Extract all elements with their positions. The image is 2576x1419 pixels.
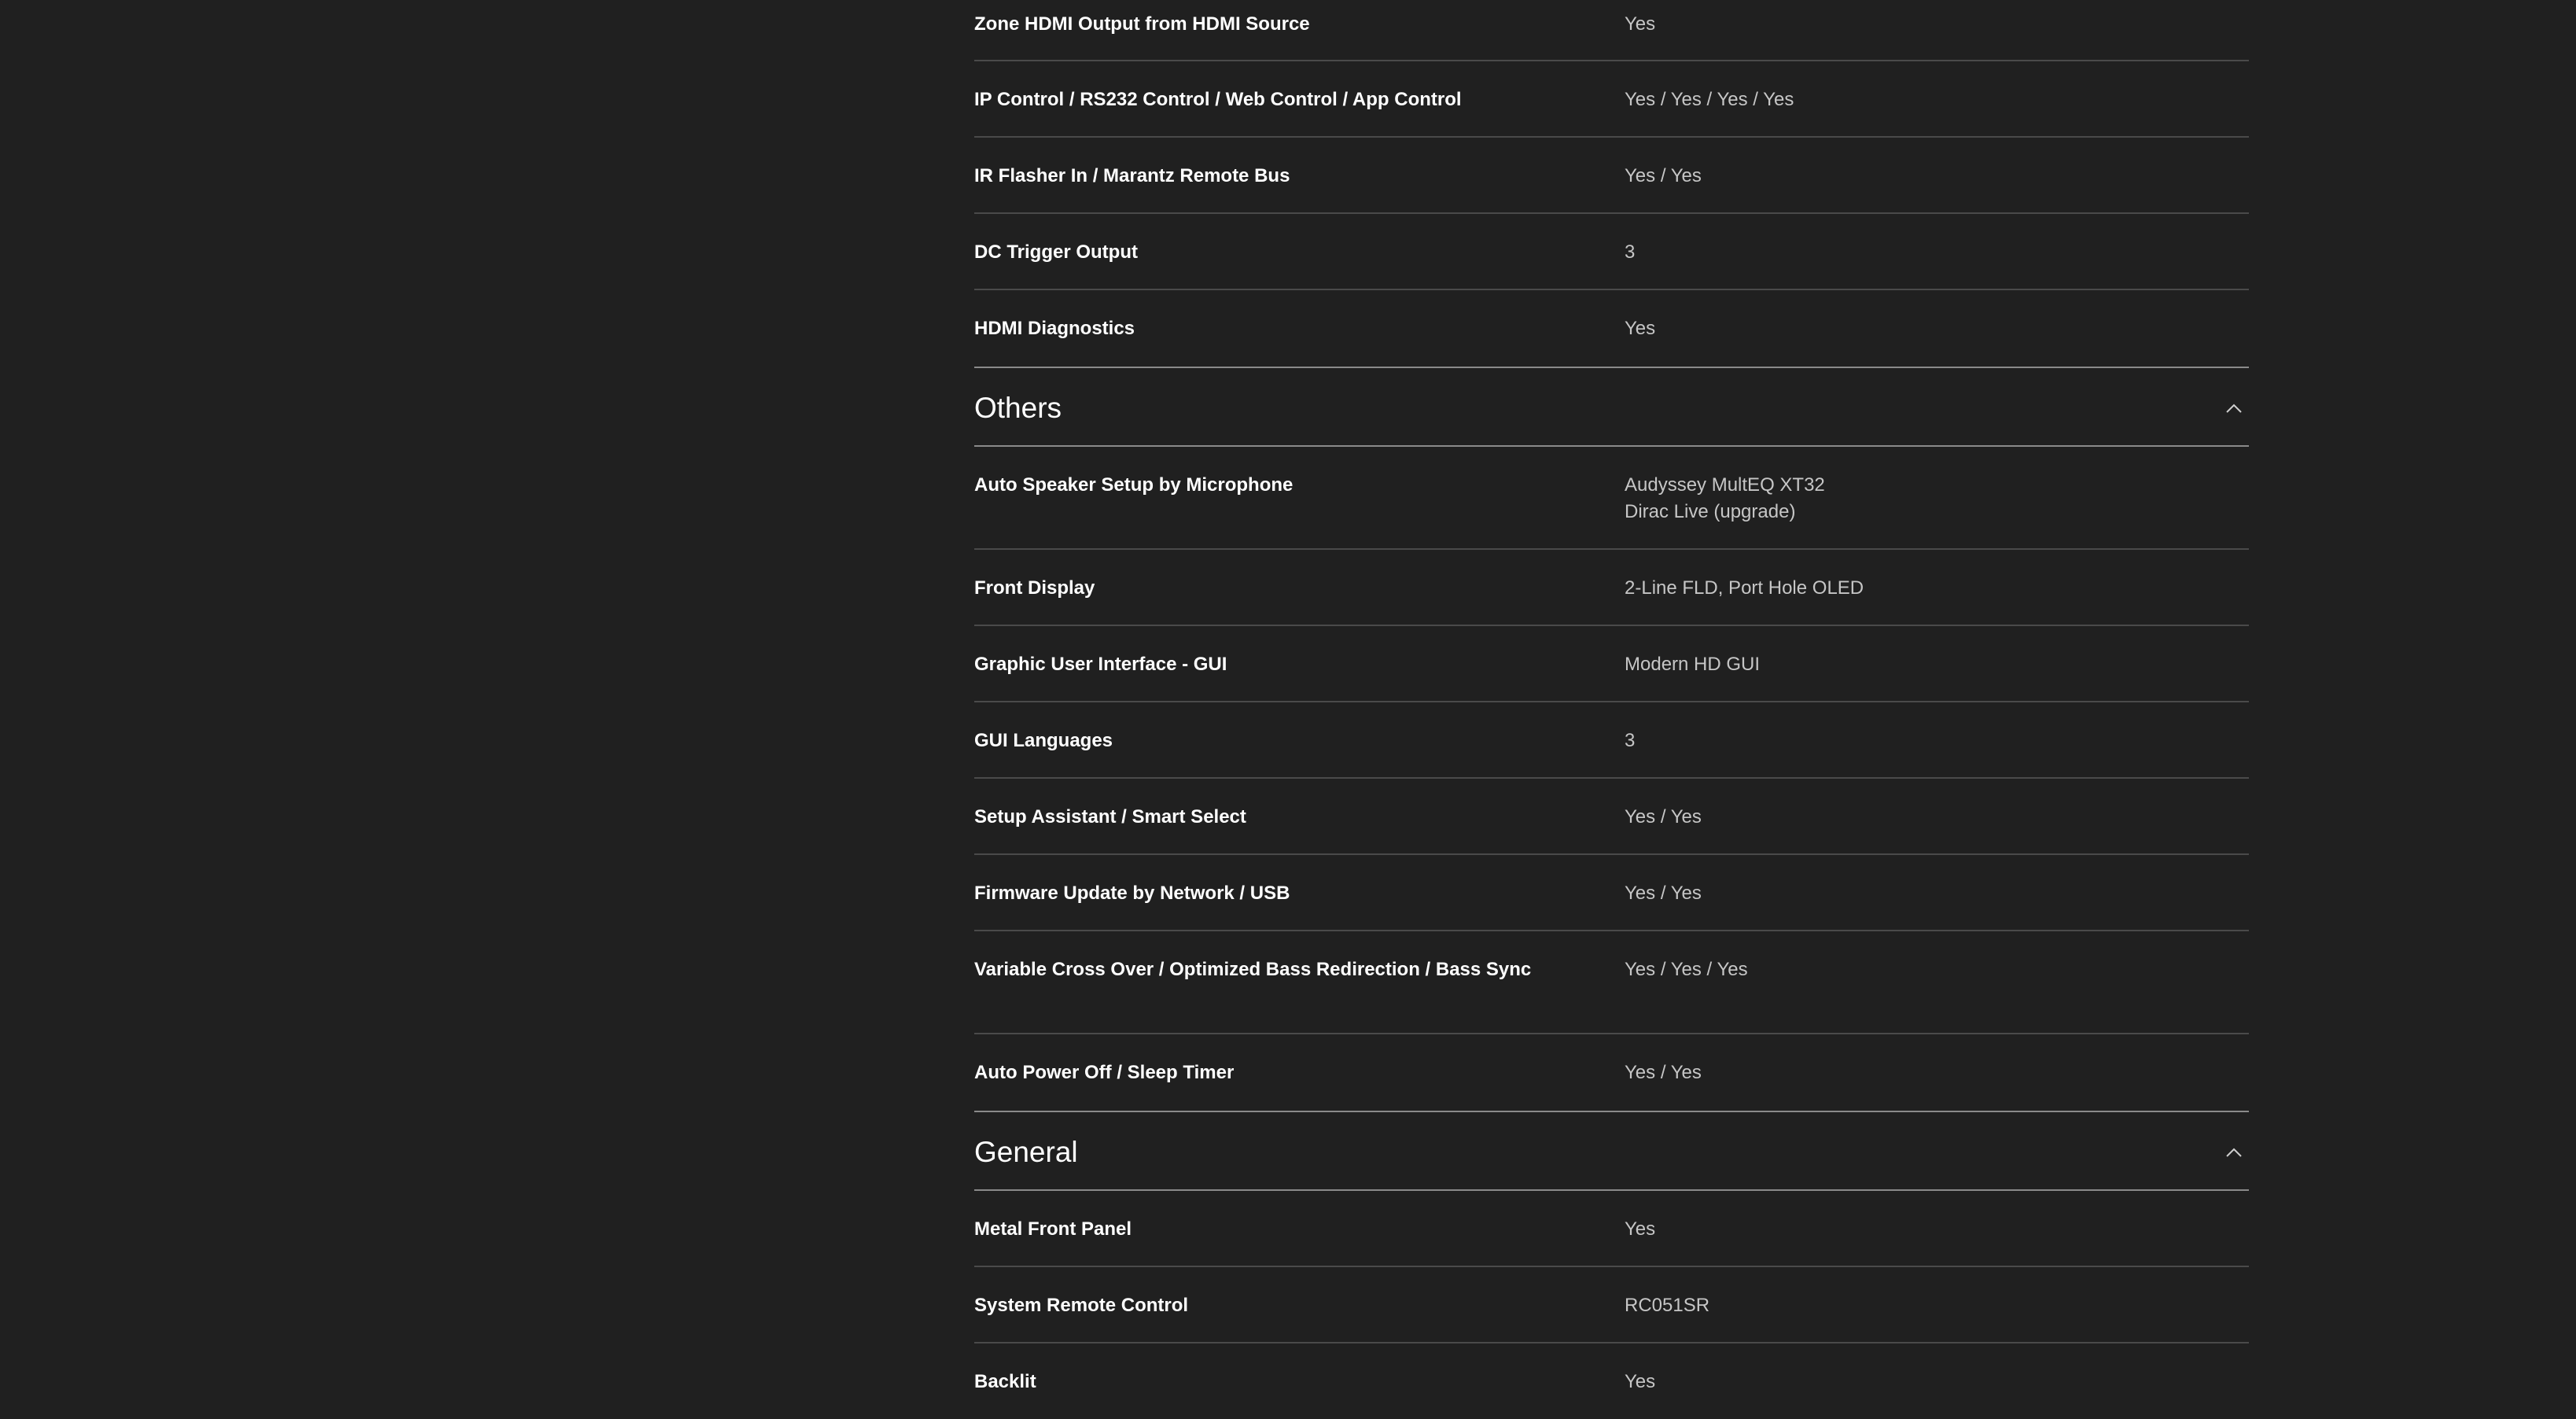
spec-value: 3 xyxy=(1625,730,1636,751)
spec-value: 2-Line FLD, Port Hole OLED xyxy=(1625,577,1864,599)
spec-value-line: Dirac Live (upgrade) xyxy=(1625,501,1796,522)
section-title: Others xyxy=(974,392,1062,424)
section-title: General xyxy=(974,1136,1078,1168)
spec-label: DC Trigger Output xyxy=(974,241,1138,263)
spec-row: Auto Power Off / Sleep Timer Yes / Yes xyxy=(974,1034,2249,1111)
section-header-others[interactable]: Others xyxy=(974,367,2249,447)
spec-label: Graphic User Interface - GUI xyxy=(974,654,1227,675)
spec-value: Yes xyxy=(1625,1218,1656,1240)
spec-value: RC051SR xyxy=(1625,1295,1710,1316)
spec-row: System Remote Control RC051SR xyxy=(974,1267,2249,1343)
spec-row: IR Flasher In / Marantz Remote Bus Yes /… xyxy=(974,138,2249,214)
spec-row: DC Trigger Output 3 xyxy=(974,214,2249,290)
spec-row: Zone HDMI Output from HDMI Source Yes xyxy=(974,0,2249,61)
spec-value: Yes xyxy=(1625,318,1656,339)
spec-value: Yes / Yes / Yes xyxy=(1625,959,1748,980)
spec-row: Firmware Update by Network / USB Yes / Y… xyxy=(974,855,2249,931)
spec-row: HDMI Diagnostics Yes xyxy=(974,290,2249,367)
spec-row: Variable Cross Over / Optimized Bass Red… xyxy=(974,931,2249,1034)
spec-row: GUI Languages 3 xyxy=(974,702,2249,779)
spec-label: Zone HDMI Output from HDMI Source xyxy=(974,13,1310,35)
spec-label: HDMI Diagnostics xyxy=(974,318,1135,339)
spec-label: Auto Power Off / Sleep Timer xyxy=(974,1062,1235,1083)
spec-value: Yes xyxy=(1625,13,1656,35)
spec-value: Yes / Yes xyxy=(1625,1062,1702,1083)
spec-row: Auto Speaker Setup by Microphone Audysse… xyxy=(974,447,2249,550)
spec-label: Metal Front Panel xyxy=(974,1218,1132,1240)
spec-row: Metal Front Panel Yes xyxy=(974,1191,2249,1267)
spec-label: Firmware Update by Network / USB xyxy=(974,883,1290,904)
spec-row: Graphic User Interface - GUI Modern HD G… xyxy=(974,626,2249,702)
spec-table: Zone HDMI Output from HDMI Source Yes IP… xyxy=(974,0,2249,1419)
chevron-up-icon[interactable] xyxy=(2222,1141,2246,1164)
spec-value-line: Audyssey MultEQ XT32 xyxy=(1625,474,1825,496)
spec-label: Backlit xyxy=(974,1371,1036,1392)
spec-label: GUI Languages xyxy=(974,730,1113,751)
spec-value: Yes / Yes xyxy=(1625,165,1702,186)
spec-value: Yes / Yes xyxy=(1625,806,1702,827)
spec-row: Front Display 2-Line FLD, Port Hole OLED xyxy=(974,550,2249,626)
spec-label: Front Display xyxy=(974,577,1095,599)
chevron-up-icon[interactable] xyxy=(2222,396,2246,420)
spec-value: 3 xyxy=(1625,241,1636,263)
spec-label: System Remote Control xyxy=(974,1295,1189,1316)
spec-label: IP Control / RS232 Control / Web Control… xyxy=(974,89,1462,110)
spec-value: Audyssey MultEQ XT32 Dirac Live (upgrade… xyxy=(1625,472,2249,525)
spec-value: Modern HD GUI xyxy=(1625,654,1761,675)
spec-row: Backlit Yes xyxy=(974,1343,2249,1419)
spec-value: Yes / Yes / Yes / Yes xyxy=(1625,89,1794,110)
spec-label: Variable Cross Over / Optimized Bass Red… xyxy=(974,959,1532,980)
spec-label: Auto Speaker Setup by Microphone xyxy=(974,474,1294,496)
spec-value: Yes xyxy=(1625,1371,1656,1392)
spec-row: Setup Assistant / Smart Select Yes / Yes xyxy=(974,779,2249,855)
spec-value: Yes / Yes xyxy=(1625,883,1702,904)
spec-label: Setup Assistant / Smart Select xyxy=(974,806,1246,827)
section-header-general[interactable]: General xyxy=(974,1111,2249,1191)
spec-label: IR Flasher In / Marantz Remote Bus xyxy=(974,165,1290,186)
spec-row: IP Control / RS232 Control / Web Control… xyxy=(974,61,2249,138)
